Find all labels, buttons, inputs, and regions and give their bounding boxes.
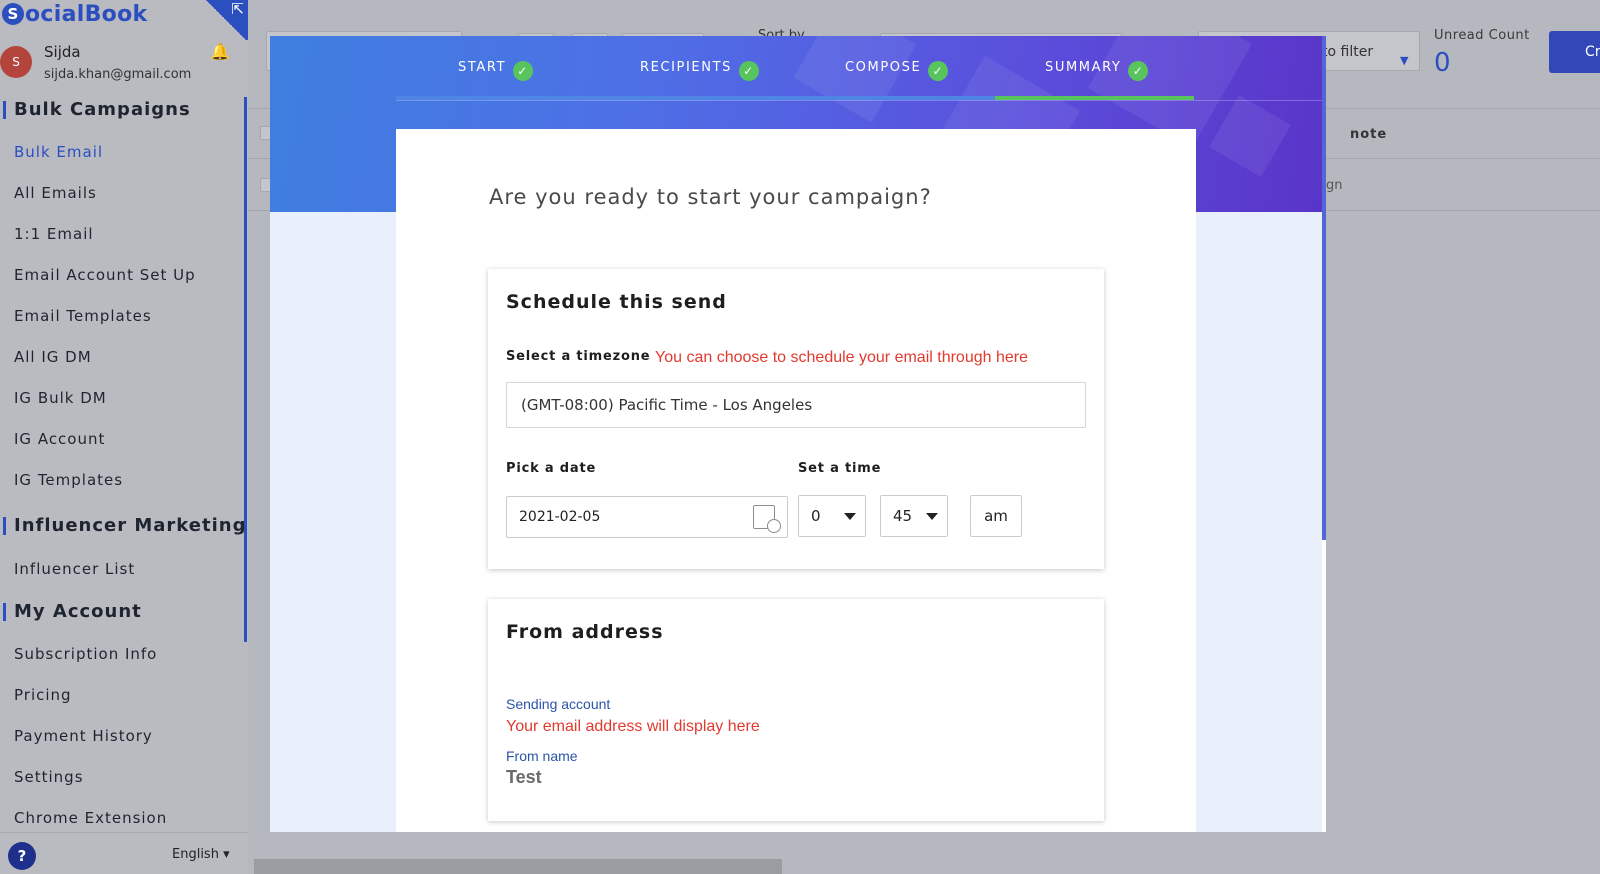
sidebar-item-ig-account[interactable]: IG Account xyxy=(14,430,105,448)
help-button[interactable]: ? xyxy=(8,842,36,870)
hour-value: 0 xyxy=(811,507,821,525)
nav-section-my-account[interactable]: My Account xyxy=(3,601,142,622)
step-label: START xyxy=(458,60,507,75)
check-icon: ✓ xyxy=(513,61,534,81)
bg-horizontal-scrollbar xyxy=(254,859,782,874)
sidebar-item-pricing[interactable]: Pricing xyxy=(14,686,72,704)
sidebar-item-email-templates[interactable]: Email Templates xyxy=(14,307,152,325)
sidebar-item-email-account-setup[interactable]: Email Account Set Up xyxy=(14,266,196,284)
time-label: Set a time xyxy=(798,461,882,476)
step-recipients[interactable]: RECIPIENTS ✓ xyxy=(640,60,759,81)
sending-account-hint: Your email address will display here xyxy=(506,718,760,735)
bell-icon[interactable]: 🔔 xyxy=(210,42,230,61)
date-input[interactable]: 2021-02-05 xyxy=(506,496,788,538)
summary-panel: Are you ready to start your campaign? Sc… xyxy=(396,129,1196,832)
nav-section-influencer-marketing[interactable]: Influencer Marketing xyxy=(2,515,246,536)
logo-text: ocialBook xyxy=(25,2,148,27)
sidebar-item-influencer-list[interactable]: Influencer List xyxy=(14,560,135,578)
step-label: COMPOSE xyxy=(845,60,922,75)
collapse-arrow-icon: ⇱ xyxy=(231,0,244,18)
logo-mark-icon: S xyxy=(2,3,24,25)
avatar[interactable]: S xyxy=(0,46,32,78)
date-value: 2021-02-05 xyxy=(519,509,601,525)
timezone-select[interactable]: (GMT-08:00) Pacific Time - Los Angeles xyxy=(506,382,1086,428)
nav-active-indicator xyxy=(244,97,247,642)
sending-account-label: Sending account xyxy=(506,696,611,712)
ampm-select[interactable]: am xyxy=(970,495,1022,537)
check-icon: ✓ xyxy=(928,61,949,81)
sidebar-item-chrome-extension[interactable]: Chrome Extension xyxy=(14,809,167,827)
bg-filter-label: to filter xyxy=(1322,44,1374,60)
check-icon: ✓ xyxy=(1128,61,1149,81)
check-icon: ✓ xyxy=(738,61,759,81)
unread-count-label: Unread Count xyxy=(1434,28,1530,43)
from-name-value: Test xyxy=(506,767,542,787)
step-label: RECIPIENTS xyxy=(640,60,732,75)
timezone-hint: You can choose to schedule your email th… xyxy=(655,349,1028,366)
calendar-icon[interactable] xyxy=(753,505,781,533)
from-address-card: From address Sending account Your email … xyxy=(488,599,1104,821)
chevron-down-icon xyxy=(926,513,938,520)
step-summary[interactable]: SUMMARY ✓ xyxy=(1045,60,1149,81)
header-divider xyxy=(396,100,1324,101)
collapse-sidebar-button[interactable]: ⇱ xyxy=(204,0,248,40)
nav-section-bulk-campaigns[interactable]: Bulk Campaigns xyxy=(3,99,191,120)
page-title: Are you ready to start your campaign? xyxy=(489,185,932,209)
user-email: sijda.khan@gmail.com xyxy=(44,67,192,82)
user-name: Sijda xyxy=(44,43,81,61)
bg-create-button: Cr xyxy=(1549,31,1600,73)
from-name-label: From name xyxy=(506,748,578,764)
chevron-down-icon xyxy=(844,513,856,520)
bg-filter-caret-icon: ▼ xyxy=(1400,54,1409,67)
campaign-wizard-modal: START ✓ RECIPIENTS ✓ COMPOSE ✓ SUMMARY ✓ Are… xyxy=(270,36,1324,832)
schedule-title: Schedule this send xyxy=(506,291,727,313)
bg-column-note: note xyxy=(1350,127,1388,142)
language-selector[interactable]: English ▾ xyxy=(172,847,230,862)
modal-scrollbar-thumb[interactable] xyxy=(1322,36,1326,540)
header-cube-decoration xyxy=(1209,95,1291,177)
from-address-title: From address xyxy=(506,621,664,643)
sidebar-item-subscription-info[interactable]: Subscription Info xyxy=(14,645,157,663)
bg-cell-partial: gn xyxy=(1326,178,1343,193)
minute-value: 45 xyxy=(893,507,913,525)
step-compose[interactable]: COMPOSE ✓ xyxy=(845,60,949,81)
sidebar-item-all-emails[interactable]: All Emails xyxy=(14,184,97,202)
sidebar-item-ig-bulk-dm[interactable]: IG Bulk DM xyxy=(14,389,107,407)
sidebar-item-settings[interactable]: Settings xyxy=(14,768,84,786)
schedule-card: Schedule this send Select a timezone You… xyxy=(488,269,1104,569)
sidebar: SocialBook ⇱ S Sijda sijda.khan@gmail.co… xyxy=(0,0,248,874)
sidebar-item-all-ig-dm[interactable]: All IG DM xyxy=(14,348,92,366)
step-label: SUMMARY xyxy=(1045,60,1122,75)
socialbook-logo[interactable]: SocialBook xyxy=(2,2,147,27)
sidebar-item-ig-templates[interactable]: IG Templates xyxy=(14,471,123,489)
hour-select[interactable]: 0 xyxy=(798,495,866,537)
step-start[interactable]: START ✓ xyxy=(458,60,534,81)
sidebar-item-one-to-one-email[interactable]: 1:1 Email xyxy=(14,225,94,243)
sidebar-footer: ? English ▾ xyxy=(0,832,248,874)
unread-count-value: 0 xyxy=(1434,48,1451,78)
sidebar-item-bulk-email[interactable]: Bulk Email xyxy=(14,143,103,161)
date-label: Pick a date xyxy=(506,461,597,476)
timezone-label: Select a timezone xyxy=(506,349,651,364)
sidebar-item-payment-history[interactable]: Payment History xyxy=(14,727,153,745)
minute-select[interactable]: 45 xyxy=(880,495,948,537)
